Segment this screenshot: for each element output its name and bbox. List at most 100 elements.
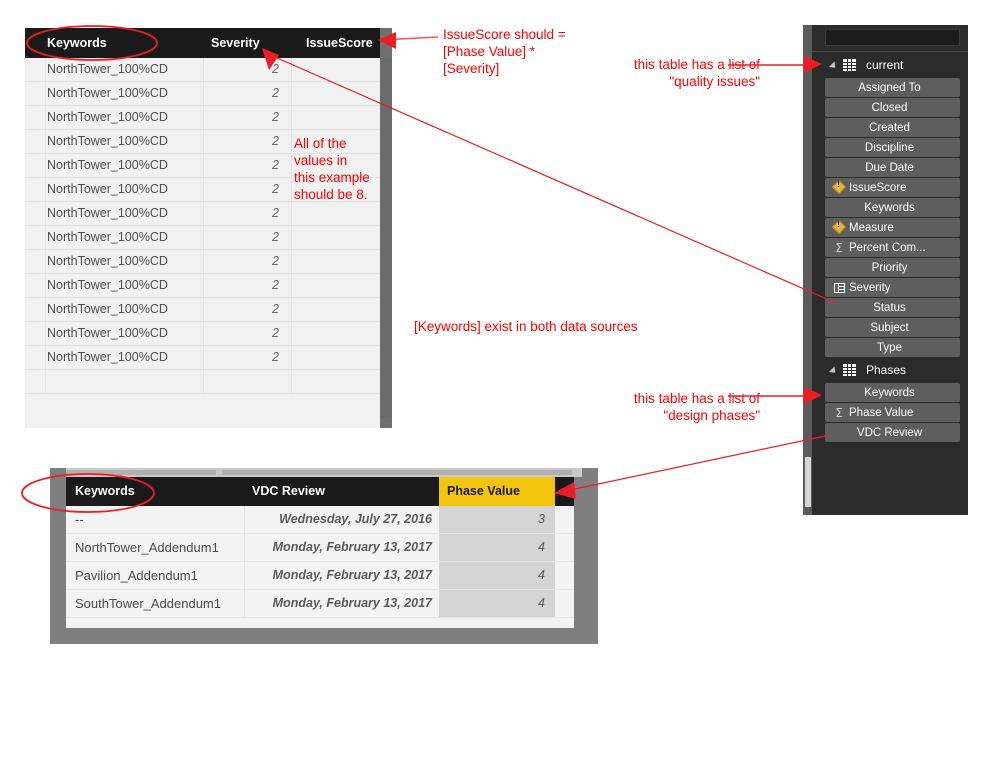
- cell-keywords: NorthTower_Addendum1: [75, 540, 219, 555]
- quality-issues-table-header: Keywords Severity IssueScore: [25, 28, 380, 58]
- table-row[interactable]: NorthTower_100%CD 2: [25, 250, 380, 274]
- field-item-issuescore[interactable]: IssueScore: [825, 178, 960, 197]
- warning-diamond-icon: [831, 220, 847, 233]
- fields-group-current[interactable]: current: [812, 53, 968, 77]
- field-item-label: Measure: [849, 221, 894, 234]
- field-item-label: Priority: [871, 261, 908, 274]
- cell-keywords: SouthTower_Addendum1: [75, 596, 221, 611]
- field-item-label: Keywords: [864, 201, 915, 214]
- column-header-phase-value[interactable]: Phase Value: [439, 477, 555, 506]
- field-item-label: Severity: [849, 281, 891, 294]
- cell-vdc-review: Monday, February 13, 2017: [272, 596, 432, 610]
- field-item-label: Keywords: [864, 386, 915, 399]
- row-gutter: [25, 58, 46, 81]
- annotation-leader-phase-value: [569, 434, 831, 491]
- column-header-severity[interactable]: Severity: [211, 28, 260, 58]
- row-gutter: [25, 178, 46, 201]
- cell-keywords: NorthTower_100%CD: [47, 350, 168, 364]
- table-row[interactable]: Pavilion_Addendum1 Monday, February 13, 2…: [66, 562, 574, 590]
- table-row[interactable]: NorthTower_100%CD 2: [25, 202, 380, 226]
- fields-pane-scrollbar-thumb[interactable]: [805, 457, 811, 507]
- row-gutter: [25, 106, 46, 129]
- fields-pane-scrollbar[interactable]: [803, 25, 812, 515]
- field-item-label: Subject: [870, 321, 909, 334]
- table-row[interactable]: NorthTower_Addendum1 Monday, February 13,…: [66, 534, 574, 562]
- cell-issuescore: [291, 322, 380, 345]
- table-vertical-scrollbar[interactable]: [380, 28, 392, 428]
- field-item-percent-com[interactable]: Σ Percent Com...: [825, 238, 960, 257]
- table-row[interactable]: NorthTower_100%CD 2: [25, 82, 380, 106]
- design-phases-table[interactable]: Keywords VDC Review Phase Value -- Wednes…: [50, 468, 598, 644]
- annotation-quality-issues-note: this table has a list of "quality issues…: [633, 57, 760, 89]
- field-item-label: Percent Com...: [849, 241, 926, 254]
- row-gutter: [25, 154, 46, 177]
- quality-issues-table-body: NorthTower_100%CD 2 NorthTower_100%CD 2 Nort…: [25, 58, 380, 428]
- calculated-table-icon: [831, 282, 847, 293]
- field-item-keywords[interactable]: Keywords: [825, 198, 960, 217]
- table-row[interactable]: NorthTower_100%CD 2: [25, 274, 380, 298]
- expand-caret-icon[interactable]: [830, 365, 840, 375]
- table-row[interactable]: NorthTower_100%CD 2: [25, 226, 380, 250]
- field-item-severity[interactable]: Severity: [825, 278, 960, 297]
- field-item-label: Due Date: [865, 161, 914, 174]
- field-item-priority[interactable]: Priority: [825, 258, 960, 277]
- divider: [812, 51, 968, 52]
- field-item-discipline[interactable]: Discipline: [825, 138, 960, 157]
- column-header-issuescore[interactable]: IssueScore: [306, 28, 373, 58]
- field-item-created[interactable]: Created: [825, 118, 960, 137]
- table-row[interactable]: NorthTower_100%CD 2: [25, 346, 380, 370]
- table-horizontal-scrollbar[interactable]: [66, 468, 582, 477]
- table-row[interactable]: -- Wednesday, July 27, 2016 3: [66, 506, 574, 534]
- field-item-keywords[interactable]: Keywords: [825, 383, 960, 402]
- field-item-assigned-to[interactable]: Assigned To: [825, 78, 960, 97]
- field-item-status[interactable]: Status: [825, 298, 960, 317]
- warning-diamond-icon: [831, 180, 847, 193]
- expand-caret-icon[interactable]: [830, 60, 840, 70]
- fields-search-input[interactable]: [825, 29, 960, 46]
- cell-phase-value: 4: [439, 562, 555, 589]
- column-header-vdc-review[interactable]: VDC Review: [252, 477, 325, 506]
- fields-pane-panel: current Assigned To Closed Created Disciplin…: [812, 25, 968, 515]
- sigma-icon: Σ: [835, 240, 843, 255]
- field-item-subject[interactable]: Subject: [825, 318, 960, 337]
- cell-severity: [203, 370, 291, 393]
- column-header-keywords[interactable]: Keywords: [47, 28, 107, 58]
- cell-phase-value: 3: [439, 506, 555, 533]
- cell-keywords: NorthTower_100%CD: [47, 278, 168, 292]
- field-item-closed[interactable]: Closed: [825, 98, 960, 117]
- cell-keywords: NorthTower_100%CD: [47, 62, 168, 76]
- row-gutter: [25, 274, 46, 297]
- cell-issuescore: [291, 226, 380, 249]
- cell-phase-value: 4: [439, 590, 555, 617]
- cell-keywords: NorthTower_100%CD: [47, 110, 168, 124]
- cell-severity: 2: [272, 350, 279, 364]
- scrollbar-segment[interactable]: [222, 470, 572, 475]
- fields-pane[interactable]: current Assigned To Closed Created Disciplin…: [803, 25, 968, 515]
- field-item-label: Discipline: [864, 141, 915, 154]
- field-item-label: Created: [869, 121, 910, 134]
- quality-issues-table[interactable]: Keywords Severity IssueScore NorthTower_…: [25, 28, 392, 428]
- cell-severity: 2: [272, 206, 279, 220]
- scrollbar-segment[interactable]: [66, 470, 216, 475]
- field-item-measure[interactable]: Measure: [825, 218, 960, 237]
- cell-severity: 2: [272, 62, 279, 76]
- cell-severity: 2: [272, 326, 279, 340]
- design-phases-table-body: -- Wednesday, July 27, 2016 3 NorthTower_Ad…: [66, 506, 574, 618]
- table-row[interactable]: NorthTower_100%CD 2: [25, 298, 380, 322]
- cell-severity: 2: [272, 134, 279, 148]
- table-row[interactable]: NorthTower_100%CD 2: [25, 58, 380, 82]
- field-item-type[interactable]: Type: [825, 338, 960, 357]
- table-row[interactable]: [25, 370, 380, 394]
- table-row[interactable]: NorthTower_100%CD 2: [25, 106, 380, 130]
- cell-severity: 2: [272, 110, 279, 124]
- table-row[interactable]: NorthTower_100%CD 2: [25, 322, 380, 346]
- field-item-due-date[interactable]: Due Date: [825, 158, 960, 177]
- table-row[interactable]: SouthTower_Addendum1 Monday, February 13,…: [66, 590, 574, 618]
- field-item-phase-value[interactable]: Σ Phase Value: [825, 403, 960, 422]
- field-item-vdc-review[interactable]: VDC Review: [825, 423, 960, 442]
- column-header-keywords[interactable]: Keywords: [75, 477, 135, 506]
- cell-phase-value: 4: [439, 534, 555, 561]
- table-scrollbar-thumb[interactable]: [380, 58, 392, 418]
- row-gutter: [25, 322, 46, 345]
- fields-group-phases[interactable]: Phases: [812, 358, 968, 382]
